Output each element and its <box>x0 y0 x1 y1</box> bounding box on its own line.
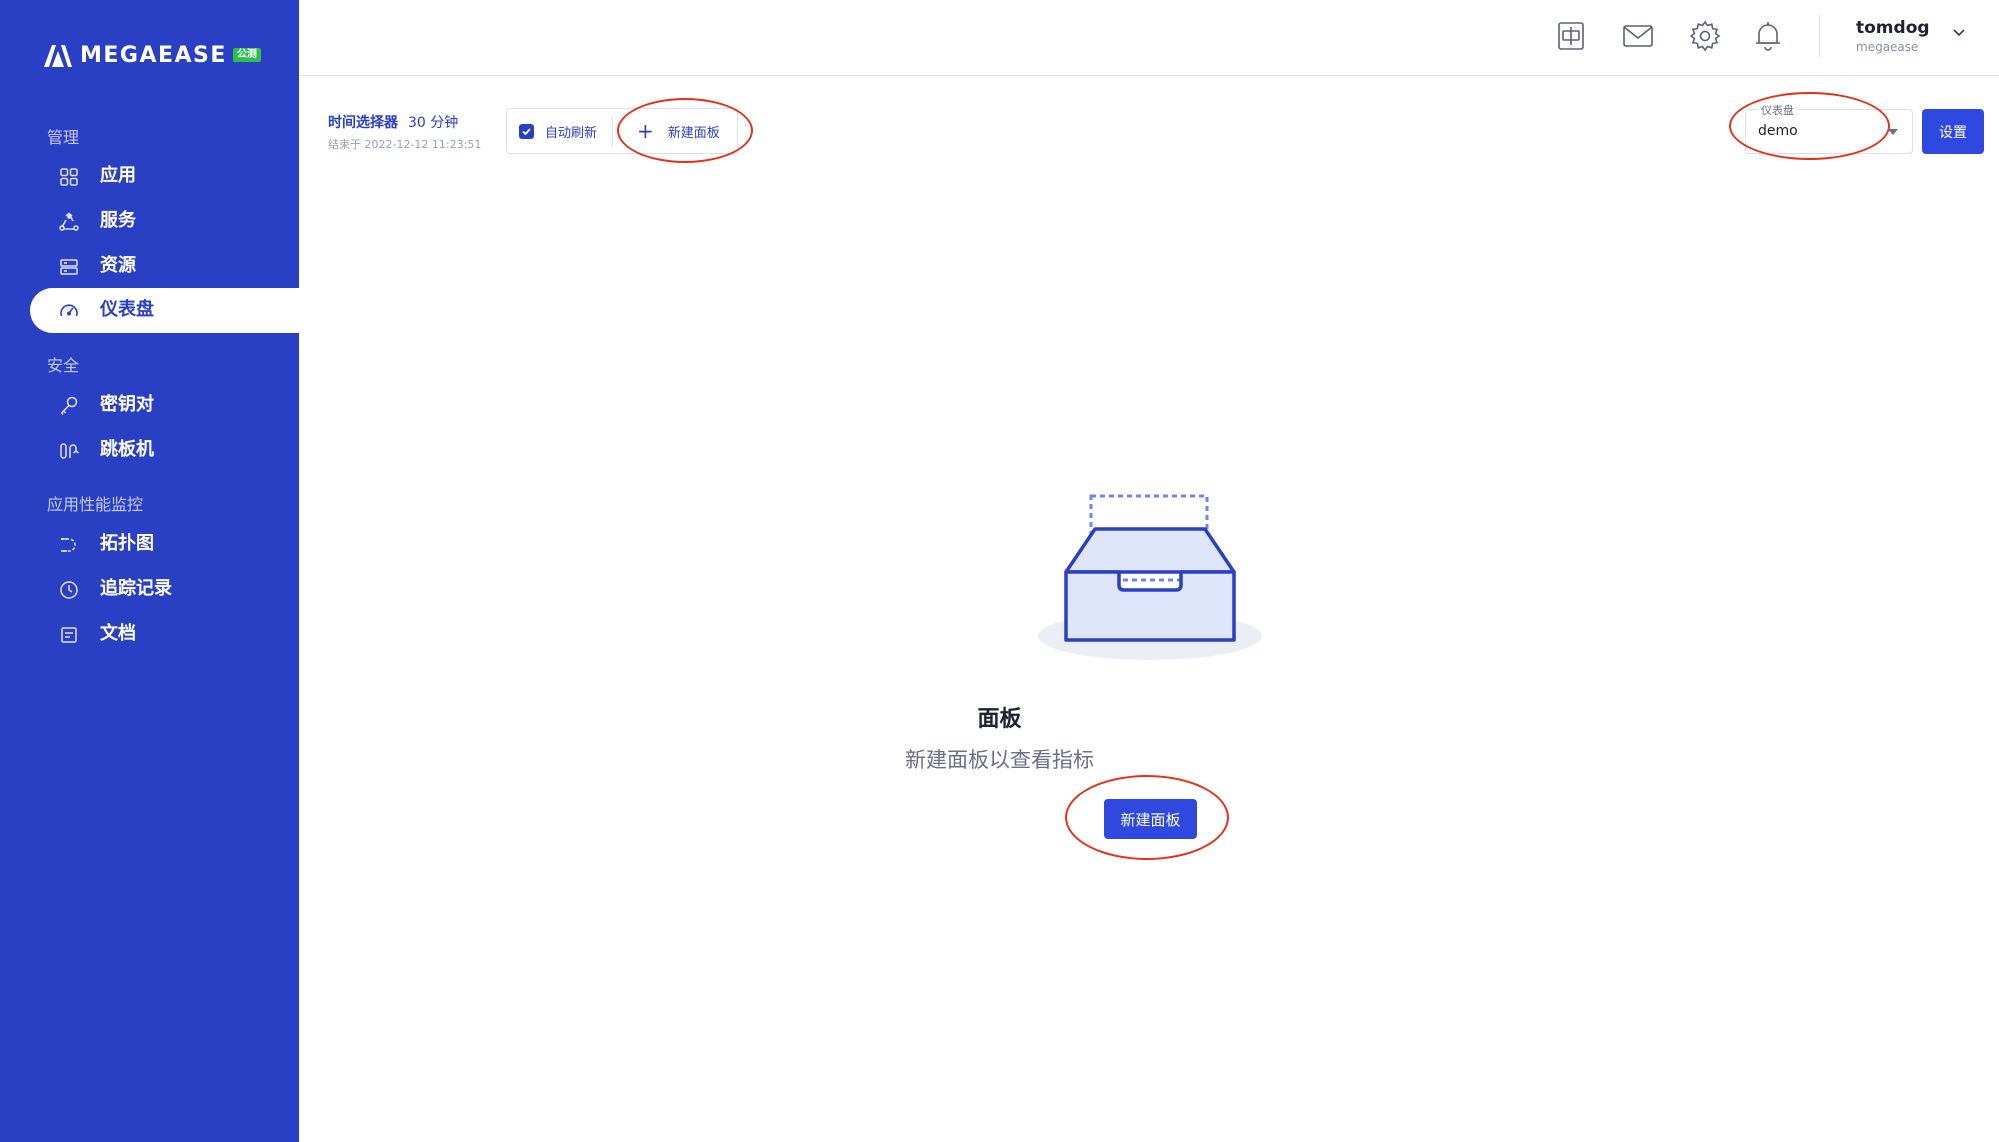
create-panel-button[interactable]: 新建面板 <box>1104 799 1197 839</box>
sidebar-item-label: 仪表盘 <box>100 299 154 320</box>
sidebar-item-label: 文档 <box>100 623 136 644</box>
sidebar-item-resources[interactable]: 资源 <box>30 244 299 289</box>
time-picker[interactable]: 时间选择器 30 分钟 结束于 2022-12-12 11:23:51 <box>328 112 481 152</box>
user-organization: megaease <box>1856 40 1919 54</box>
clock-icon <box>60 581 78 599</box>
sidebar-item-label: 资源 <box>100 255 136 276</box>
sidebar-item-services[interactable]: 服务 <box>30 199 299 244</box>
empty-state-title: 面板 <box>977 707 1022 732</box>
auto-refresh-label: 自动刷新 <box>545 126 598 141</box>
gauge-icon <box>60 304 78 317</box>
beta-badge: 公测 <box>232 48 261 62</box>
sidebar-item-label: 应用 <box>100 165 136 186</box>
sidebar-item-label: 服务 <box>100 210 136 231</box>
check-icon <box>522 128 531 136</box>
language-icon[interactable] <box>1554 19 1588 53</box>
sidebar-item-jump-servers[interactable]: 跳板机 <box>30 428 299 473</box>
gear-icon[interactable] <box>1688 19 1722 53</box>
sidebar-item-topology[interactable]: 拓扑图 <box>30 522 299 567</box>
empty-state-description: 新建面板以查看指标 <box>905 748 1094 772</box>
sidebar-item-keypairs[interactable]: 密钥对 <box>30 383 299 428</box>
sidebar-item-label: 密钥对 <box>100 394 154 415</box>
sidebar-item-label: 跳板机 <box>100 439 154 460</box>
auto-refresh-toggle[interactable]: 自动刷新 <box>519 122 597 141</box>
nav-group-title-security: 安全 <box>47 356 80 375</box>
dashboard-select[interactable]: 仪表盘 demo <box>1745 102 1913 154</box>
auto-refresh-checkbox[interactable] <box>519 124 534 139</box>
document-icon <box>61 627 77 643</box>
nav-group-title-apm: 应用性能监控 <box>47 495 144 514</box>
new-panel-label: 新建面板 <box>667 125 720 141</box>
sidebar-item-docs[interactable]: 文档 <box>30 612 299 657</box>
plus-icon: + <box>637 119 654 143</box>
sidebar-item-label: 拓扑图 <box>100 533 154 554</box>
user-name[interactable]: tomdog <box>1856 18 1930 38</box>
toolbar-divider <box>612 117 613 147</box>
settings-button[interactable]: 设置 <box>1922 109 1984 154</box>
megaease-logo-icon <box>44 45 72 67</box>
sidebar-item-applications[interactable]: 应用 <box>30 154 299 199</box>
topology-icon <box>61 538 76 552</box>
sidebar-item-traces[interactable]: 追踪记录 <box>30 567 299 612</box>
mail-icon[interactable] <box>1621 19 1655 53</box>
header-divider <box>1819 14 1820 58</box>
empty-state-title-row: 面板 <box>0 701 1999 733</box>
dashboard-select-value: demo <box>1758 123 1798 139</box>
server-icon <box>60 259 78 275</box>
new-panel-button[interactable]: + 新建面板 <box>637 121 720 141</box>
key-icon <box>60 396 78 416</box>
bell-icon[interactable] <box>1751 19 1785 53</box>
jump-icon <box>60 443 79 459</box>
time-picker-end-time: 结束于 2022-12-12 11:23:51 <box>328 138 482 151</box>
time-picker-value: 30 分钟 <box>408 115 459 131</box>
empty-inbox-illustration <box>1038 494 1262 660</box>
sidebar: MEGAEASE 公测 管理 应用 服务 资源 仪表盘 安全 密钥对 跳板机 应… <box>0 0 299 1142</box>
grid-icon <box>60 168 78 186</box>
nav-group-title-management: 管理 <box>47 128 80 147</box>
time-picker-label: 时间选择器 <box>328 115 398 131</box>
top-header: tomdog megaease <box>299 0 1999 76</box>
brand-name: MEGAEASE <box>80 42 227 68</box>
toolbar-actions: 自动刷新 + 新建面板 <box>506 108 738 154</box>
recycle-icon <box>59 212 79 231</box>
empty-state-description-row: 新建面板以查看指标 <box>0 744 1999 774</box>
sidebar-item-label: 追踪记录 <box>100 578 172 599</box>
caret-down-icon <box>1888 129 1898 135</box>
dashboard-select-label: 仪表盘 <box>1758 102 1797 118</box>
brand-logo[interactable]: MEGAEASE 公测 <box>42 40 261 70</box>
sidebar-item-dashboard[interactable]: 仪表盘 <box>30 288 299 333</box>
chevron-down-icon[interactable] <box>1951 24 1967 40</box>
